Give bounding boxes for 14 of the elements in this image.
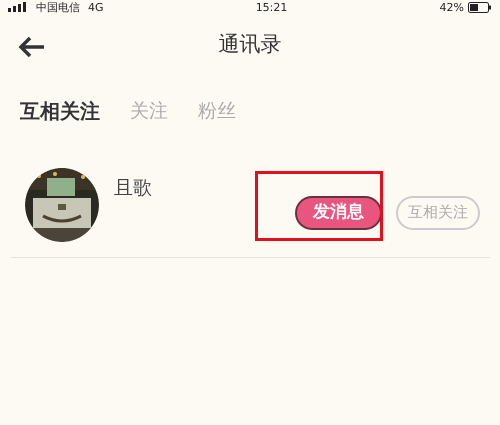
network-type: 4G — [88, 2, 104, 12]
mutual-follow-button[interactable]: 互相关注 — [396, 196, 480, 230]
signal-icon — [8, 2, 28, 12]
send-message-button[interactable]: 发消息 — [295, 196, 382, 230]
page-title: 通讯录 — [218, 31, 282, 58]
tab[interactable]: 关注 — [130, 96, 168, 126]
tab[interactable]: 互相关注 — [20, 96, 100, 126]
carrier-name: 中国电信 — [36, 2, 80, 12]
battery-percent: 42% — [440, 2, 464, 12]
status-time: 15:21 — [256, 2, 288, 12]
battery-icon — [468, 2, 492, 12]
contact-name: 且歌 — [114, 176, 152, 201]
tab[interactable]: 粉丝 — [198, 96, 236, 126]
back-arrow-icon — [18, 36, 46, 58]
